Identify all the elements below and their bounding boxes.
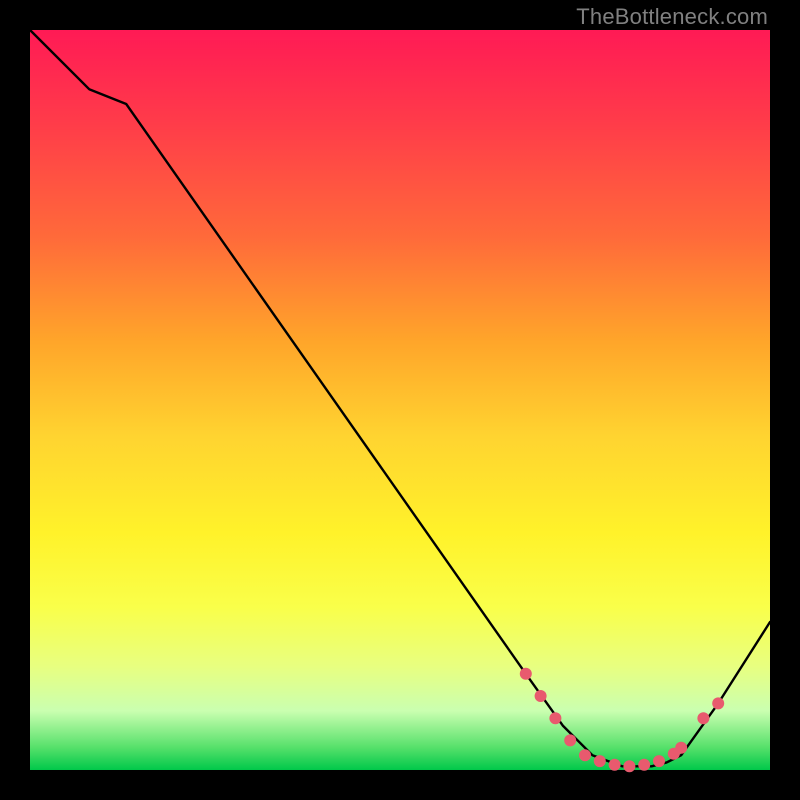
- marker-dot: [520, 668, 532, 680]
- chart-svg: [30, 30, 770, 770]
- marker-dot: [623, 760, 635, 772]
- marker-dot: [609, 759, 621, 771]
- watermark-text: TheBottleneck.com: [576, 4, 768, 30]
- marker-dot: [535, 690, 547, 702]
- marker-group: [520, 668, 724, 773]
- marker-dot: [579, 749, 591, 761]
- chart-stage: TheBottleneck.com: [0, 0, 800, 800]
- marker-dot: [638, 759, 650, 771]
- line-series-curve: [30, 30, 770, 766]
- marker-dot: [697, 712, 709, 724]
- marker-dot: [564, 734, 576, 746]
- plot-area: [30, 30, 770, 770]
- marker-dot: [712, 697, 724, 709]
- marker-dot: [549, 712, 561, 724]
- marker-dot: [653, 755, 665, 767]
- marker-dot: [675, 742, 687, 754]
- marker-dot: [594, 755, 606, 767]
